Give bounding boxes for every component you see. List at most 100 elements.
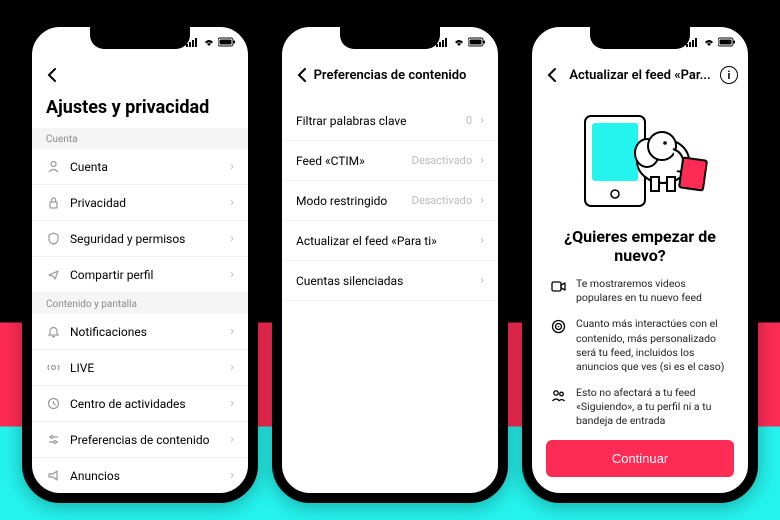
row-filtrar[interactable]: Filtrar palabras clave 0 › bbox=[282, 101, 498, 141]
prefs-icon bbox=[46, 433, 60, 447]
video-icon bbox=[550, 278, 566, 294]
row-label: Preferencias de contenido bbox=[70, 433, 220, 447]
row-label: Privacidad bbox=[70, 196, 220, 210]
chevron-right-icon: › bbox=[480, 273, 484, 288]
row-reproduccion[interactable]: Reproducción › bbox=[32, 494, 248, 503]
row-ctim[interactable]: Feed «CTIM» Desactivado › bbox=[282, 141, 498, 181]
row-preferencias[interactable]: Preferencias de contenido › bbox=[32, 422, 248, 458]
row-label: Anuncios bbox=[70, 469, 220, 483]
back-button[interactable] bbox=[42, 65, 62, 85]
bullet-text: Te mostraremos videos populares en tu nu… bbox=[576, 277, 730, 305]
row-actualizar[interactable]: Actualizar el feed «Para ti» › bbox=[282, 221, 498, 261]
chevron-left-icon bbox=[547, 67, 557, 83]
row-seguridad[interactable]: Seguridad y permisos › bbox=[32, 221, 248, 257]
chevron-right-icon: › bbox=[230, 195, 234, 210]
elephant-phone-illustration bbox=[565, 101, 715, 211]
lock-icon bbox=[46, 196, 60, 210]
section-label-contenido: Contenido y pantalla bbox=[32, 293, 248, 314]
row-label: Filtrar palabras clave bbox=[296, 114, 407, 128]
heading: ¿Quieres empezar de nuevo? bbox=[532, 221, 748, 277]
chevron-right-icon: › bbox=[230, 159, 234, 174]
row-label: Cuenta bbox=[70, 160, 220, 174]
chevron-left-icon bbox=[297, 67, 307, 83]
chevron-right-icon: › bbox=[480, 233, 484, 248]
background: Ajustes y privacidad Cuenta Cuenta › Pri… bbox=[0, 0, 780, 520]
row-value: Desactivado bbox=[412, 154, 472, 167]
header: Preferencias de contenido bbox=[282, 57, 498, 93]
shield-icon bbox=[46, 232, 60, 246]
battery-icon bbox=[718, 37, 736, 47]
bullet-item: Te mostraremos videos populares en tu nu… bbox=[550, 277, 730, 305]
bullet-text: Cuanto más interactúes con el contenido,… bbox=[576, 317, 730, 374]
wifi-icon bbox=[453, 37, 465, 47]
chevron-right-icon: › bbox=[480, 193, 484, 208]
row-actividades[interactable]: Centro de actividades › bbox=[32, 386, 248, 422]
row-label: Cuentas silenciadas bbox=[296, 274, 403, 288]
wifi-icon bbox=[703, 37, 715, 47]
row-label: Compartir perfil bbox=[70, 268, 220, 282]
row-label: Centro de actividades bbox=[70, 397, 220, 411]
chevron-right-icon: › bbox=[230, 396, 234, 411]
bullet-text: Esto no afectará a tu feed «Siguiendo», … bbox=[576, 386, 730, 429]
continue-button[interactable]: Continuar bbox=[546, 440, 734, 477]
live-icon bbox=[46, 361, 60, 375]
row-label: Seguridad y permisos bbox=[70, 232, 220, 246]
chevron-right-icon: › bbox=[480, 153, 484, 168]
row-label: LIVE bbox=[70, 361, 220, 375]
battery-icon bbox=[218, 37, 236, 47]
activity-icon bbox=[46, 397, 60, 411]
row-compartir[interactable]: Compartir perfil › bbox=[32, 257, 248, 293]
page-title: Preferencias de contenido bbox=[314, 68, 467, 83]
chevron-right-icon: › bbox=[230, 324, 234, 339]
row-silenciadas[interactable]: Cuentas silenciadas › bbox=[282, 261, 498, 301]
bullet-item: Esto no afectará a tu feed «Siguiendo», … bbox=[550, 386, 730, 429]
people-icon bbox=[550, 387, 566, 403]
header bbox=[32, 57, 248, 93]
bullet-list: Te mostraremos videos populares en tu nu… bbox=[532, 277, 748, 429]
chevron-right-icon: › bbox=[480, 113, 484, 128]
row-label: Actualizar el feed «Para ti» bbox=[296, 234, 437, 248]
row-label: Notificaciones bbox=[70, 325, 220, 339]
refresh-content: ¿Quieres empezar de nuevo? Te mostraremo… bbox=[532, 93, 748, 493]
section-label-cuenta: Cuenta bbox=[32, 128, 248, 149]
phone-notch bbox=[340, 27, 440, 49]
row-value: 0 bbox=[466, 114, 472, 127]
illustration bbox=[532, 93, 748, 221]
info-icon: i bbox=[728, 69, 731, 82]
row-privacidad[interactable]: Privacidad › bbox=[32, 185, 248, 221]
phone-notch bbox=[90, 27, 190, 49]
ads-icon bbox=[46, 469, 60, 483]
page-title: Ajustes y privacidad bbox=[32, 93, 248, 128]
wifi-icon bbox=[203, 37, 215, 47]
bullet-item: Cuanto más interactúes con el contenido,… bbox=[550, 317, 730, 374]
info-button[interactable]: i bbox=[720, 66, 738, 84]
chevron-right-icon: › bbox=[230, 432, 234, 447]
target-icon bbox=[550, 318, 566, 334]
row-live[interactable]: LIVE › bbox=[32, 350, 248, 386]
phone-settings: Ajustes y privacidad Cuenta Cuenta › Pri… bbox=[22, 17, 258, 503]
user-icon bbox=[46, 160, 60, 174]
chevron-right-icon: › bbox=[230, 468, 234, 483]
phone-refresh-feed: Actualizar el feed «Par... i bbox=[522, 17, 758, 503]
row-restringido[interactable]: Modo restringido Desactivado › bbox=[282, 181, 498, 221]
share-icon bbox=[46, 268, 60, 282]
settings-list: Cuenta Cuenta › Privacidad › Seguridad y… bbox=[32, 128, 248, 503]
chevron-right-icon: › bbox=[230, 360, 234, 375]
bell-icon bbox=[46, 325, 60, 339]
row-anuncios[interactable]: Anuncios › bbox=[32, 458, 248, 494]
row-label: Feed «CTIM» bbox=[296, 154, 365, 168]
chevron-left-icon bbox=[47, 67, 57, 83]
row-cuenta[interactable]: Cuenta › bbox=[32, 149, 248, 185]
prefs-list: Filtrar palabras clave 0 › Feed «CTIM» De… bbox=[282, 93, 498, 493]
row-label: Modo restringido bbox=[296, 194, 387, 208]
row-notificaciones[interactable]: Notificaciones › bbox=[32, 314, 248, 350]
header: Actualizar el feed «Par... i bbox=[532, 57, 748, 93]
back-button[interactable] bbox=[292, 65, 312, 85]
chevron-right-icon: › bbox=[230, 231, 234, 246]
page-title: Actualizar el feed «Par... bbox=[569, 68, 710, 83]
back-button[interactable] bbox=[542, 65, 562, 85]
row-value: Desactivado bbox=[412, 194, 472, 207]
phone-preferences: Preferencias de contenido Filtrar palabr… bbox=[272, 17, 508, 503]
chevron-right-icon: › bbox=[230, 267, 234, 282]
battery-icon bbox=[468, 37, 486, 47]
